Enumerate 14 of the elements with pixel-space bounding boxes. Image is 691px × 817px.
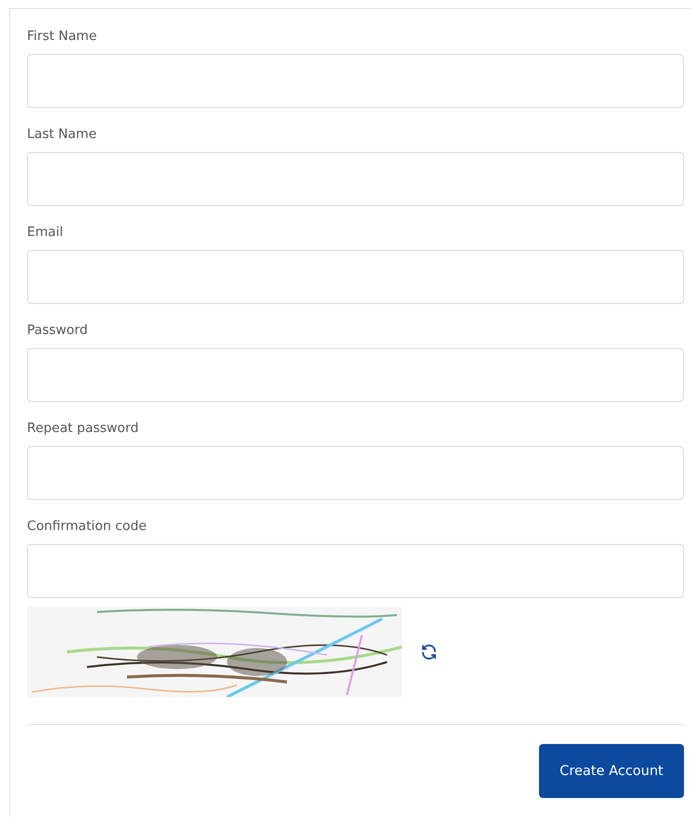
field-label: Confirmation code <box>27 518 148 536</box>
input-field[interactable] <box>27 250 684 304</box>
create-account-button[interactable]: Create Account <box>539 744 684 798</box>
input-field[interactable] <box>27 446 684 500</box>
field-label: Password <box>27 322 89 340</box>
field-label: Last Name <box>27 126 98 144</box>
input-field[interactable] <box>27 54 684 108</box>
field-label: First Name <box>27 28 98 46</box>
input-field[interactable] <box>27 152 684 206</box>
refresh-icon[interactable] <box>420 643 438 661</box>
input-field[interactable] <box>27 348 684 402</box>
input-field[interactable] <box>27 544 684 598</box>
field-label: Email <box>27 224 64 242</box>
field-label: Repeat password <box>27 420 140 438</box>
